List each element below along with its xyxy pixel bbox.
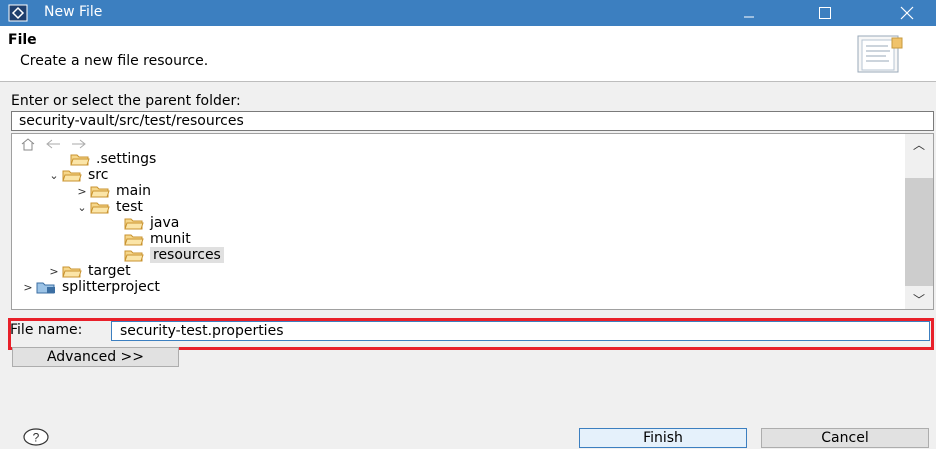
wizard-header: File Create a new file resource. [0,26,936,82]
wizard-title: File [8,32,37,48]
help-icon[interactable]: ? [22,428,50,446]
folder-icon [124,218,144,230]
folder-icon [62,266,82,278]
finish-button[interactable]: Finish [579,428,747,448]
scroll-up-icon[interactable]: ︿ [905,136,933,152]
folder-tree[interactable]: .settings ⌄ src > main ⌄ test java munit… [11,133,934,310]
eclipse-app-icon [8,4,28,22]
tree-expander[interactable]: ⌄ [74,201,90,214]
tree-item-label: main [116,183,151,199]
folder-icon [90,186,110,198]
tree-expander[interactable]: > [20,281,36,294]
forward-arrow-icon[interactable] [70,138,88,150]
close-button[interactable] [884,0,930,26]
tree-item[interactable]: > main [74,183,151,199]
maximize-icon [819,7,831,19]
tree-item-label: resources [150,247,224,263]
folder-icon [70,154,90,166]
folder-icon [124,234,144,246]
tree-item[interactable]: ⌄ src [46,167,108,183]
minimize-icon [744,16,754,18]
tree-item-label: target [88,263,131,279]
tree-item[interactable]: > target [46,263,131,279]
maximize-button[interactable] [802,0,848,26]
title-bar: New File [0,0,936,26]
back-arrow-icon[interactable] [44,138,62,150]
tree-item-selected[interactable]: resources [108,247,224,263]
folder-open-icon [90,202,110,214]
tree-item-label: splitterproject [62,279,160,295]
new-file-wizard-icon [857,35,903,73]
parent-folder-label: Enter or select the parent folder: [11,93,241,109]
scrollbar-thumb[interactable] [905,178,933,286]
close-icon [900,6,914,20]
window-title: New File [44,4,103,20]
parent-folder-input[interactable]: security-vault/src/test/resources [11,111,934,131]
folder-open-icon [62,170,82,182]
tree-expander[interactable]: ⌄ [46,169,62,182]
tree-item-label: .settings [96,151,157,167]
tree-item-label: munit [150,231,191,247]
tree-item-label: java [150,215,180,231]
file-name-input[interactable]: security-test.properties [111,321,930,341]
tree-scrollbar[interactable]: ︿ ﹀ [905,134,933,309]
scroll-down-icon[interactable]: ﹀ [905,291,933,307]
tree-item[interactable]: munit [108,231,191,247]
tree-expander[interactable]: > [46,265,62,278]
cancel-button[interactable]: Cancel [761,428,929,448]
svg-text:?: ? [33,431,40,445]
tree-item-label: src [88,167,109,183]
tree-item[interactable]: > splitterproject [20,279,160,295]
wizard-description: Create a new file resource. [20,53,209,69]
tree-item[interactable]: ⌄ test [74,199,143,215]
tree-item[interactable]: .settings [54,151,156,167]
tree-toolbar [20,136,88,152]
folder-icon [124,250,144,262]
file-name-label: File name: [10,322,83,338]
minimize-button[interactable] [726,0,772,26]
tree-expander[interactable]: > [74,185,90,198]
home-icon[interactable] [20,137,36,151]
project-icon [36,282,55,294]
advanced-button[interactable]: Advanced >> [12,347,179,367]
tree-item[interactable]: java [108,215,179,231]
tree-item-label: test [116,199,143,215]
